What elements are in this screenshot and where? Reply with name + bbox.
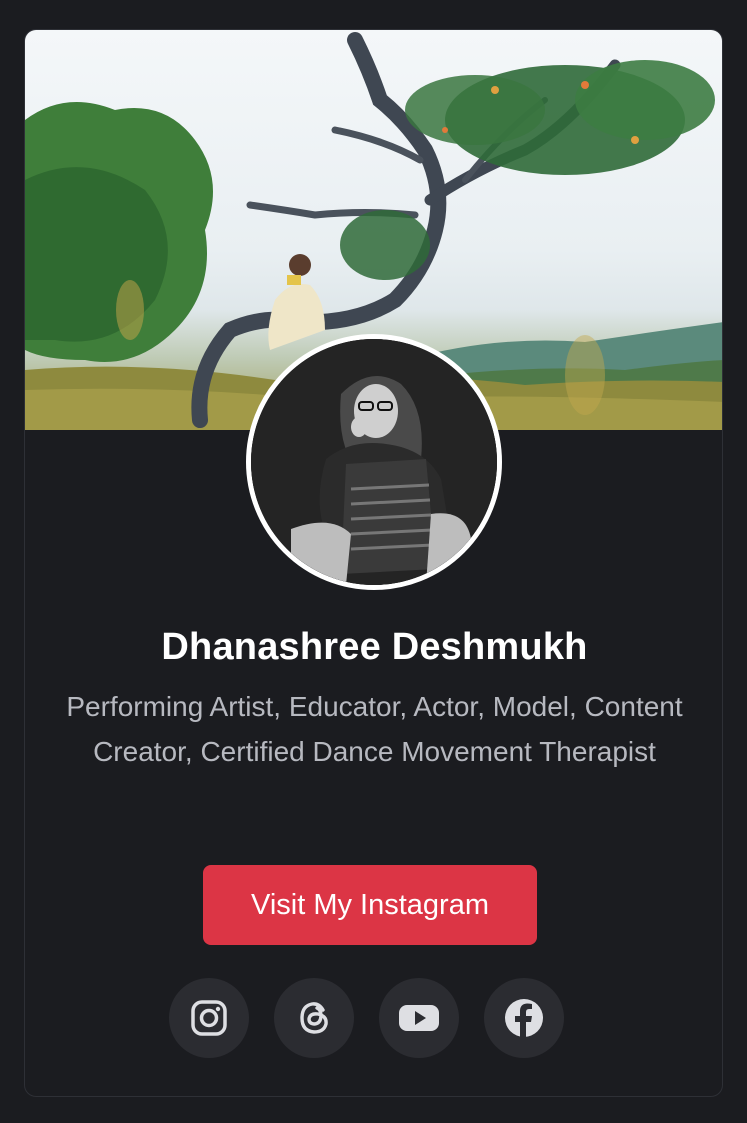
visit-instagram-button[interactable]: Visit My Instagram	[203, 865, 537, 945]
profile-avatar	[246, 334, 502, 590]
visit-instagram-label: Visit My Instagram	[251, 888, 489, 921]
facebook-icon	[505, 999, 543, 1037]
instagram-icon	[191, 1000, 227, 1036]
youtube-icon	[399, 1005, 439, 1031]
threads-link[interactable]	[274, 978, 354, 1058]
social-links	[169, 978, 564, 1058]
profile-name: Dhanashree Deshmukh	[161, 626, 588, 668]
facebook-link[interactable]	[484, 978, 564, 1058]
instagram-link[interactable]	[169, 978, 249, 1058]
youtube-link[interactable]	[379, 978, 459, 1058]
profile-bio: Performing Artist, Educator, Actor, Mode…	[66, 691, 683, 767]
profile-card: Dhanashree Deshmukh Performing Artist, E…	[24, 29, 723, 1097]
threads-icon	[300, 1002, 328, 1034]
